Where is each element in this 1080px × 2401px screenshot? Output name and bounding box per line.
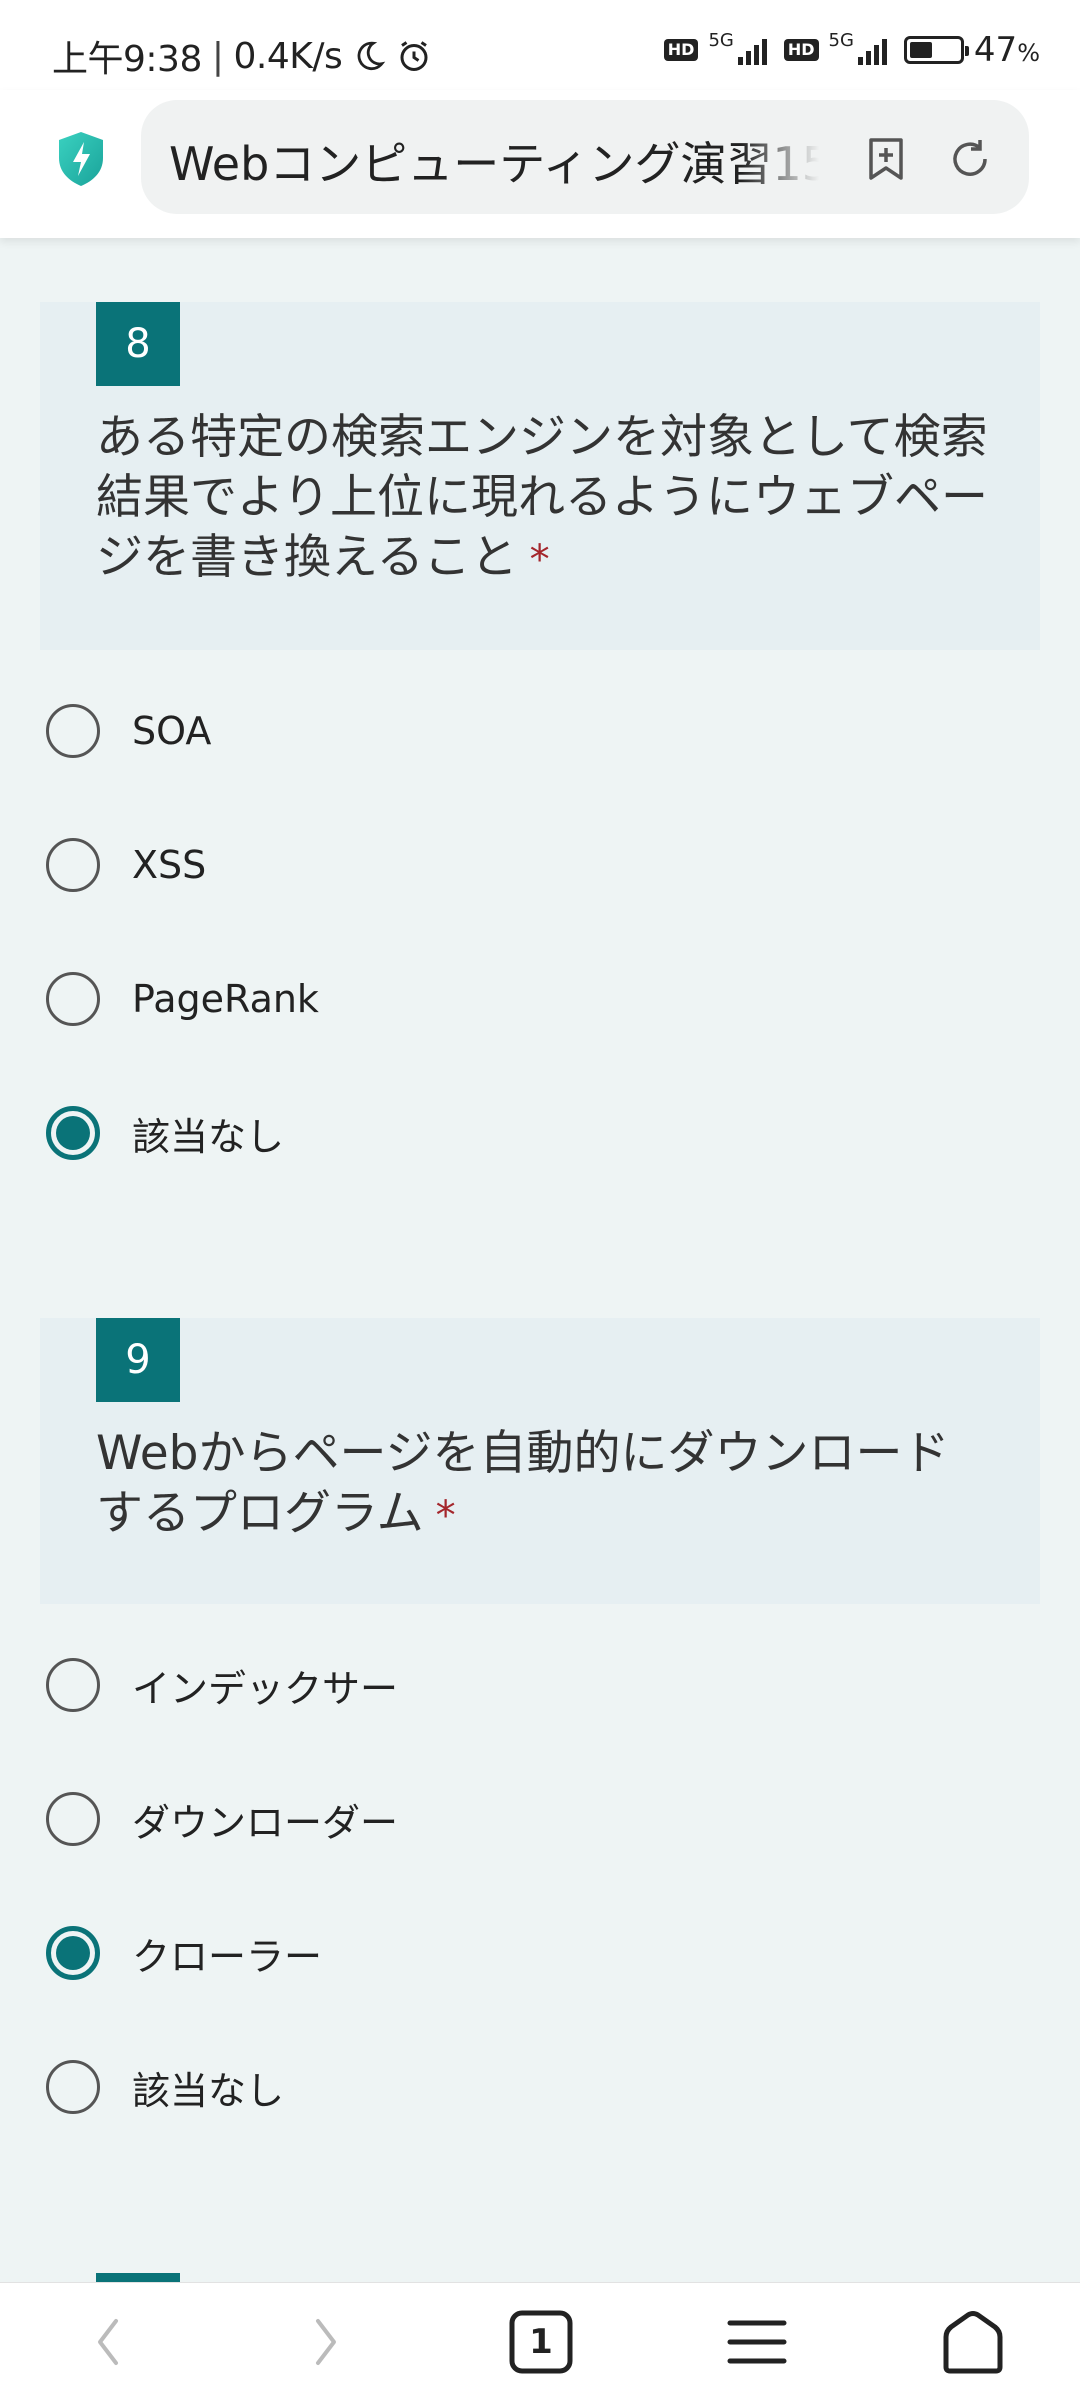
option-label[interactable]: インデックサー [132,1658,398,1713]
hd-icon: HD [663,39,699,61]
option-q8-3[interactable]: PageRank [46,964,319,1034]
menu-icon[interactable] [722,2307,792,2377]
question-card-9: 9 Webからページを自動的にダウンロードするプログラム * [40,1318,1040,1604]
signal-icon [737,39,767,65]
option-q9-1[interactable]: インデックサー [46,1650,398,1720]
question-number: 9 [96,1318,180,1402]
add-bookmark-icon[interactable] [863,136,909,182]
radio-button[interactable] [46,704,100,758]
battery-value: 47 [973,30,1018,70]
status-left: 上午9:38 | 0.4K/s [52,30,432,82]
radio-button[interactable] [46,1792,100,1846]
battery-percent: 47% [974,30,1040,70]
radio-button[interactable] [46,1106,100,1160]
option-q9-4[interactable]: 該当なし [46,2052,284,2122]
network-type-2: 5G [828,29,854,51]
option-q8-2[interactable]: XSS [46,830,206,900]
url-text[interactable]: Webコンピューティング演習15 [169,128,819,188]
battery-icon [903,36,969,64]
hd-icon-2: HD [783,39,819,61]
option-label[interactable]: SOA [132,709,211,753]
tabs-button[interactable]: 1 [506,2307,576,2377]
browser-toolbar: Webコンピューティング演習15 [0,90,1080,238]
radio-button[interactable] [46,2060,100,2114]
required-mark: * [529,537,550,583]
forward-icon[interactable] [290,2307,360,2377]
radio-button[interactable] [46,972,100,1026]
shield-icon[interactable] [55,130,107,188]
tab-count: 1 [529,2322,553,2362]
separator: | [211,35,224,77]
option-label[interactable]: XSS [132,843,206,887]
bottom-nav: 1 [0,2282,1080,2401]
question-text: ある特定の検索エンジンを対象として検索結果でより上位に現れるようにウェブページを… [96,408,996,590]
option-q9-2[interactable]: ダウンローダー [46,1784,398,1854]
radio-button[interactable] [46,838,100,892]
battery-fill [909,42,933,58]
radio-button[interactable] [46,1926,100,1980]
option-label[interactable]: 該当なし [132,2060,284,2115]
battery-unit: % [1017,39,1040,67]
clock: 上午9:38 [52,39,202,80]
radio-button[interactable] [46,1658,100,1712]
net-speed: 0.4K/s [233,35,343,77]
option-label[interactable]: クローラー [132,1926,322,1981]
option-q9-3[interactable]: クローラー [46,1918,322,1988]
required-mark: * [435,1493,456,1539]
option-q8-4[interactable]: 該当なし [46,1098,284,1168]
network-type-1: 5G [708,29,734,51]
option-label[interactable]: 該当なし [132,1106,284,1161]
status-right: HD 5G HD 5G 47% [663,29,1040,70]
signal-icon-2 [857,39,887,65]
reload-icon[interactable] [947,136,993,182]
option-label[interactable]: PageRank [132,977,319,1021]
alarm-icon [400,41,428,71]
question-text: Webからページを自動的にダウンロードするプログラム * [96,1424,996,1546]
back-icon[interactable] [74,2307,144,2377]
home-icon[interactable] [938,2307,1008,2377]
url-field[interactable]: Webコンピューティング演習15 [141,100,1029,214]
option-label[interactable]: ダウンローダー [132,1792,398,1847]
option-q8-1[interactable]: SOA [46,696,211,766]
question-text-body: Webからページを自動的にダウンロードするプログラム [96,1426,950,1541]
question-number: 8 [96,302,180,386]
moon-icon [357,41,386,71]
question-card-8: 8 ある特定の検索エンジンを対象として検索結果でより上位に現れるようにウェブペー… [40,302,1040,650]
